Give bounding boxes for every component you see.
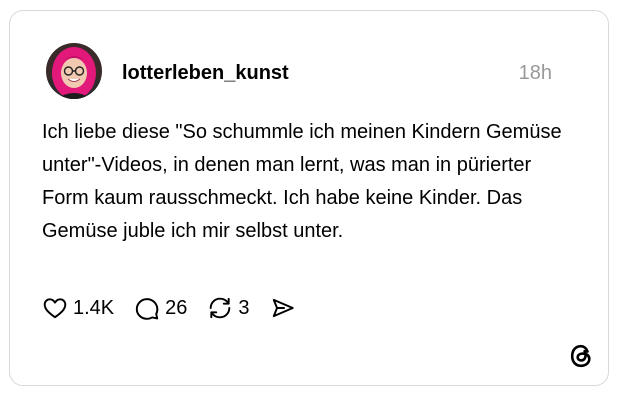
comment-bubble-icon — [135, 298, 159, 320]
repost-icon — [210, 297, 231, 319]
action-bar: 1.4K 26 3 — [42, 294, 316, 322]
like-button[interactable]: 1.4K — [42, 295, 114, 321]
reply-count: 26 — [165, 297, 188, 319]
post-timestamp: 18h — [518, 62, 552, 84]
post-text: Ich liebe diese "So schummle ich meinen … — [42, 121, 562, 242]
like-count: 1.4K — [73, 297, 115, 319]
send-icon — [272, 298, 294, 318]
threads-logo-icon[interactable] — [567, 342, 595, 370]
repost-button[interactable]: 3 — [207, 295, 250, 321]
post-card: lotterleben_kunst 18h Ich liebe diese "S… — [9, 10, 609, 386]
heart-icon — [43, 298, 67, 319]
share-button[interactable] — [270, 295, 296, 321]
reply-button[interactable]: 26 — [134, 295, 187, 321]
avatar-image — [46, 43, 102, 99]
threads-logo-glyph — [570, 344, 591, 368]
avatar[interactable] — [46, 43, 102, 99]
username[interactable]: lotterleben_kunst — [122, 61, 289, 85]
repost-count: 3 — [238, 297, 250, 319]
